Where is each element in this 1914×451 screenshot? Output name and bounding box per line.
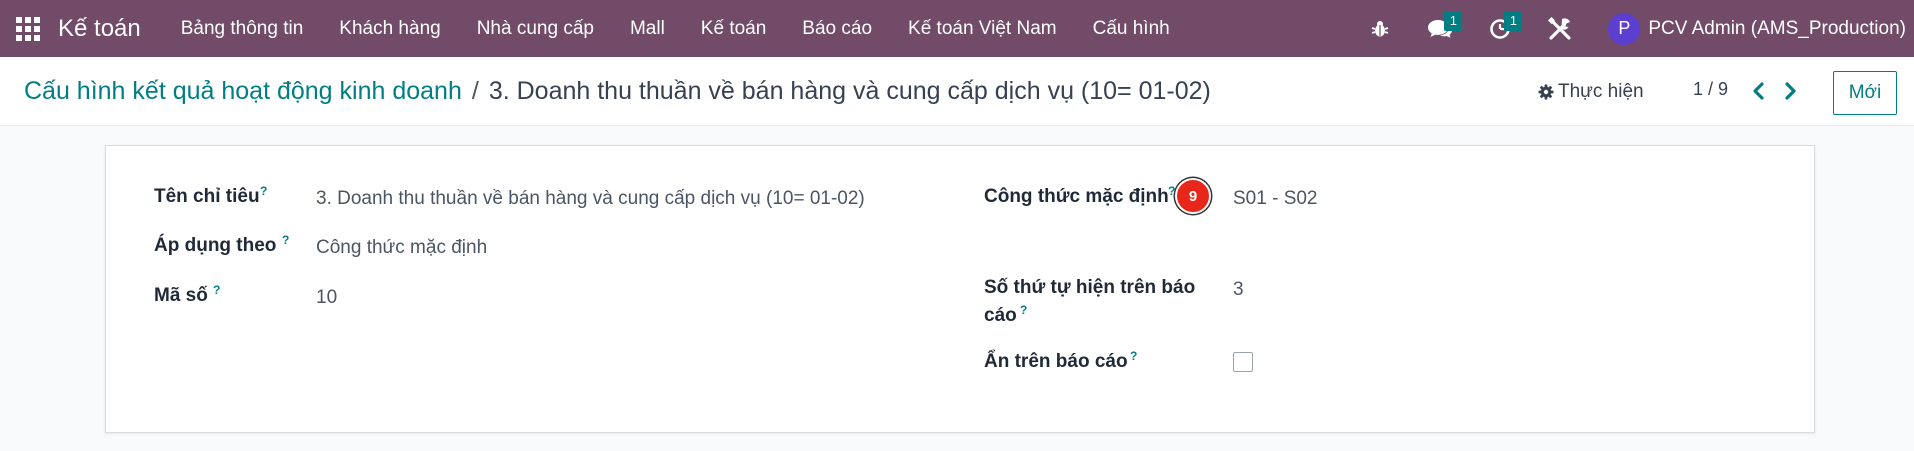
- pager-value[interactable]: 1 / 9: [1693, 79, 1728, 100]
- breadcrumb-separator: /: [471, 77, 479, 105]
- order-field-label-line2: cáo: [984, 305, 1017, 326]
- code-field-help-icon[interactable]: ?: [213, 283, 220, 297]
- step-marker-badge: 9: [1175, 178, 1211, 214]
- pager-next-button[interactable]: [1779, 77, 1801, 105]
- menu-item-configuration[interactable]: Cấu hình: [1075, 0, 1188, 57]
- menu-item-vn-accounting[interactable]: Kế toán Việt Nam: [890, 0, 1075, 57]
- formula-field-value[interactable]: S01 - S02: [1233, 188, 1318, 210]
- menu-item-mall[interactable]: Mall: [612, 0, 683, 57]
- breadcrumb-parent-link[interactable]: Cấu hình kết quả hoạt động kinh doanh: [24, 77, 462, 106]
- control-panel: Cấu hình kết quả hoạt động kinh doanh / …: [0, 57, 1914, 126]
- menu-item-reports[interactable]: Báo cáo: [784, 0, 890, 57]
- apply-field-value[interactable]: Công thức mặc định: [316, 237, 487, 259]
- menu-item-customers[interactable]: Khách hàng: [321, 0, 458, 57]
- action-button-label: Thực hiện: [1558, 81, 1644, 102]
- new-record-button[interactable]: Mới: [1833, 71, 1897, 115]
- order-field-value[interactable]: 3: [1233, 279, 1244, 301]
- breadcrumb-current: 3. Doanh thu thuần về bán hàng và cung c…: [488, 77, 1211, 105]
- top-navbar: Kế toán Bảng thông tin Khách hàng Nhà cu…: [0, 0, 1914, 57]
- name-field-help-icon[interactable]: ?: [260, 184, 267, 198]
- user-name: PCV Admin (AMS_Production): [1648, 17, 1906, 39]
- code-field-value[interactable]: 10: [316, 287, 337, 309]
- user-menu[interactable]: P PCV Admin (AMS_Production): [1608, 12, 1906, 45]
- hide-on-report-checkbox[interactable]: [1233, 352, 1253, 372]
- hide-field-help-icon[interactable]: ?: [1130, 349, 1137, 363]
- apply-field-label: Áp dụng theo: [154, 235, 277, 256]
- chevron-left-icon: [1753, 82, 1764, 100]
- menu-item-vendors[interactable]: Nhà cung cấp: [459, 0, 612, 57]
- hide-field-label: Ẩn trên báo cáo: [984, 351, 1128, 372]
- apply-field-help-icon[interactable]: ?: [282, 233, 289, 247]
- breadcrumb: Cấu hình kết quả hoạt động kinh doanh / …: [24, 57, 1211, 126]
- avatar: P: [1608, 12, 1641, 45]
- main-menu: Bảng thông tin Khách hàng Nhà cung cấp M…: [163, 0, 1188, 57]
- order-field-help-icon[interactable]: ?: [1020, 303, 1027, 317]
- settings-tools-icon[interactable]: [1540, 0, 1580, 57]
- menu-item-accounting[interactable]: Kế toán: [683, 0, 785, 57]
- pager-previous-button[interactable]: [1748, 77, 1770, 105]
- activities-clock-icon[interactable]: 1: [1480, 0, 1523, 57]
- apps-menu-icon[interactable]: [16, 16, 40, 41]
- navbar-systray: 1 1 P PCV Admin (AMS_Production): [1340, 0, 1906, 57]
- messages-count-badge: 1: [1444, 11, 1463, 31]
- action-button[interactable]: Thực hiện: [1538, 77, 1644, 107]
- messages-chat-icon[interactable]: 1: [1420, 0, 1463, 57]
- gear-icon: [1538, 84, 1554, 100]
- name-field-value[interactable]: 3. Doanh thu thuần về bán hàng và cung c…: [316, 188, 865, 210]
- activities-count-badge: 1: [1504, 11, 1523, 31]
- chevron-right-icon: [1785, 82, 1796, 100]
- app-brand[interactable]: Kế toán: [58, 15, 141, 43]
- debug-bug-icon[interactable]: [1360, 0, 1400, 57]
- formula-field-label: Công thức mặc định: [984, 186, 1169, 207]
- order-field-label-line1: Số thứ tự hiện trên báo: [984, 277, 1196, 298]
- menu-item-dashboard[interactable]: Bảng thông tin: [163, 0, 322, 57]
- name-field-label: Tên chỉ tiêu: [154, 186, 260, 207]
- code-field-label: Mã số: [154, 285, 208, 306]
- form-sheet: Tên chỉ tiêu ? 3. Doanh thu thuần về bán…: [105, 145, 1815, 433]
